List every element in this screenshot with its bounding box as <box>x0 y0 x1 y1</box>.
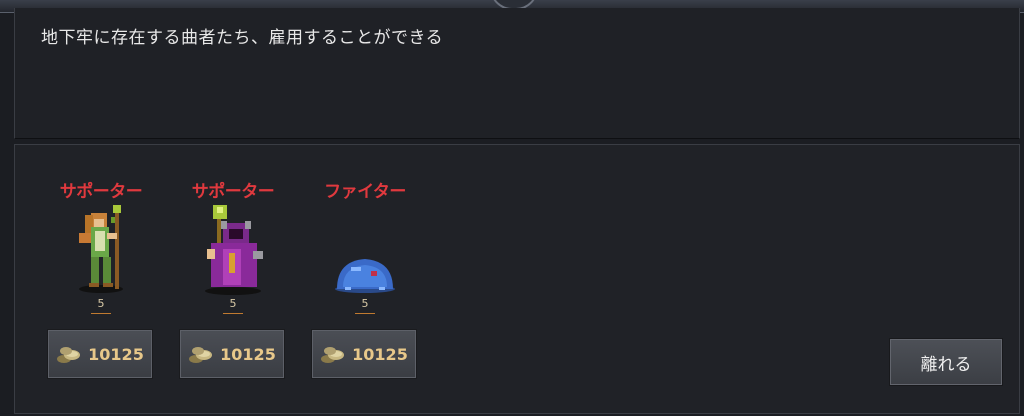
unit-card: サポーター 5 10125 <box>179 145 287 385</box>
coin-bag-icon <box>57 347 81 363</box>
hire-button[interactable]: 10125 <box>47 329 153 379</box>
unit-level: 5 <box>91 297 111 314</box>
hire-cost: 10125 <box>220 344 276 364</box>
unit-card: ファイター 5 10125 <box>311 145 419 385</box>
hire-button[interactable]: 10125 <box>311 329 417 379</box>
coin-bag-icon <box>189 347 213 363</box>
leave-button[interactable]: 離れる <box>889 338 1003 386</box>
description-panel: 地下牢に存在する曲者たち、雇用することができる <box>14 8 1020 139</box>
green-dryad-staff-icon[interactable] <box>61 199 141 295</box>
purple-robed-mage-icon[interactable] <box>193 199 273 295</box>
unit-level: 5 <box>223 297 243 314</box>
description-text: 地下牢に存在する曲者たち、雇用することができる <box>41 28 444 48</box>
hire-cost: 10125 <box>352 344 408 364</box>
hire-cost: 10125 <box>88 344 144 364</box>
unit-card: サポーター 5 10125 <box>47 145 155 385</box>
hire-panel: サポーター 5 10125 サポーター 5 10125 ファイター 5 1012… <box>14 144 1020 414</box>
blue-slime-icon[interactable] <box>325 199 405 295</box>
unit-level: 5 <box>355 297 375 314</box>
coin-bag-icon <box>321 347 345 363</box>
hire-button[interactable]: 10125 <box>179 329 285 379</box>
